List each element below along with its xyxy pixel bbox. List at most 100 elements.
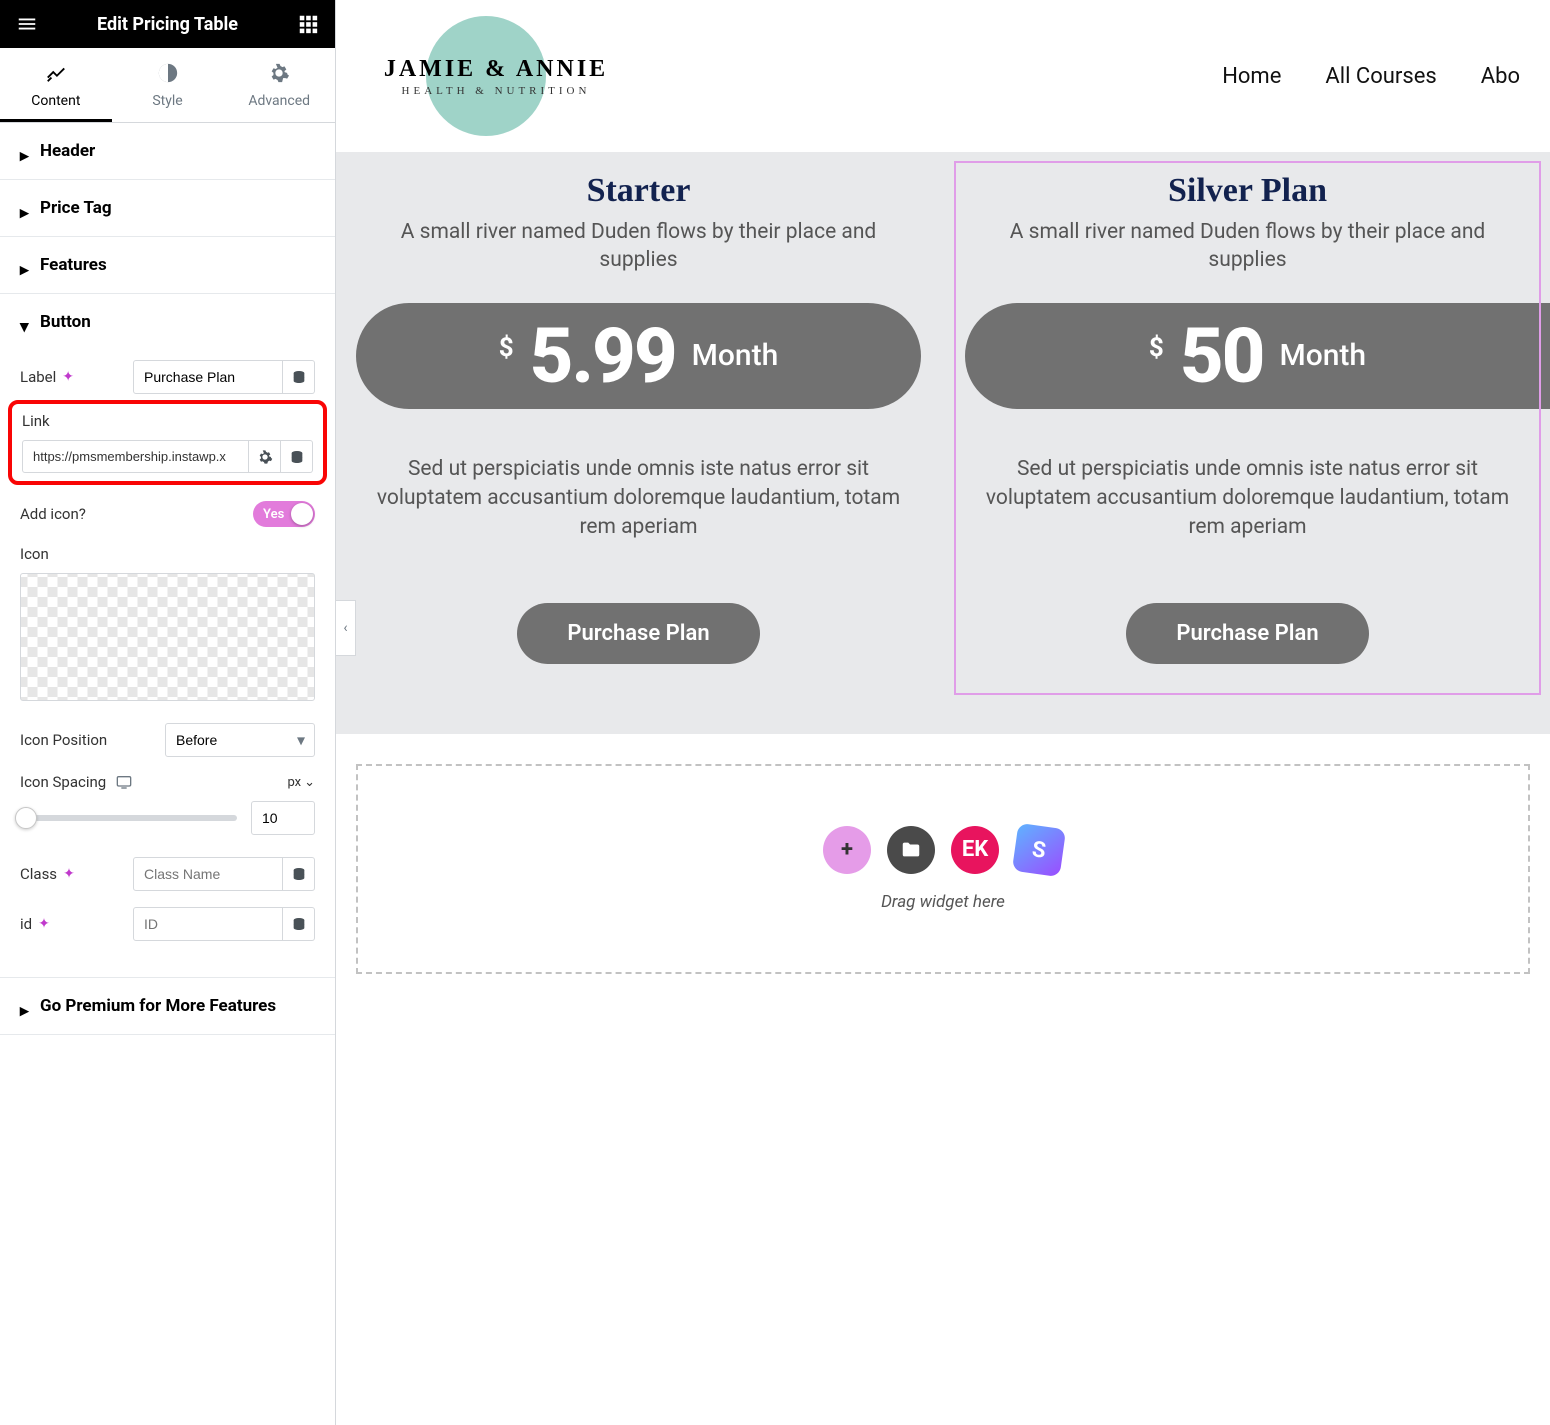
label-input[interactable] bbox=[133, 360, 283, 394]
collapse-sidebar-handle[interactable]: ‹ bbox=[336, 600, 356, 656]
dynamic-tags-button[interactable] bbox=[283, 360, 315, 394]
card-subtitle: A small river named Duden flows by their… bbox=[955, 218, 1540, 275]
icon-position-select[interactable]: Before bbox=[165, 723, 315, 757]
add-widget-button[interactable]: + bbox=[823, 826, 871, 874]
card-title: Starter bbox=[346, 172, 931, 210]
add-icon-toggle[interactable]: Yes bbox=[253, 501, 315, 527]
section-price-tag: ▸ Price Tag bbox=[0, 180, 335, 237]
card-title: Silver Plan bbox=[955, 172, 1540, 210]
drop-zone-actions: + EK S bbox=[823, 826, 1063, 874]
s-icon[interactable]: S bbox=[1012, 823, 1066, 877]
section-price-tag-label: Price Tag bbox=[40, 198, 112, 218]
icon-spacing-value-input[interactable] bbox=[251, 801, 315, 835]
sidebar-body: ▸ Header ▸ Price Tag ▸ Features ▾ bbox=[0, 123, 335, 1425]
slider-thumb[interactable] bbox=[15, 807, 37, 829]
section-premium: ▸ Go Premium for More Features bbox=[0, 978, 335, 1035]
nav-about[interactable]: Abo bbox=[1481, 64, 1520, 89]
sidebar-tabs: Content Style Advanced bbox=[0, 48, 335, 123]
card-description: Sed ut perspiciatis unde omnis iste natu… bbox=[346, 455, 931, 543]
section-button: ▾ Button Label✦ Link bbox=[0, 294, 335, 978]
class-dynamic-button[interactable] bbox=[283, 857, 315, 891]
icon-picker[interactable] bbox=[20, 573, 315, 701]
link-field-highlight: Link bbox=[8, 400, 327, 485]
tab-content[interactable]: Content bbox=[0, 48, 112, 122]
field-link-label: Link bbox=[22, 412, 313, 430]
tab-style[interactable]: Style bbox=[112, 48, 224, 122]
link-options-button[interactable] bbox=[249, 440, 281, 473]
purchase-button[interactable]: Purchase Plan bbox=[1126, 603, 1368, 664]
app-root: Edit Pricing Table Content Style Advance… bbox=[0, 0, 1550, 1425]
section-button-label: Button bbox=[40, 312, 91, 332]
sidebar-header: Edit Pricing Table bbox=[0, 0, 335, 48]
pricing-cards: Starter A small river named Duden flows … bbox=[336, 152, 1550, 734]
hamburger-icon[interactable] bbox=[16, 13, 38, 35]
sidebar-title: Edit Pricing Table bbox=[97, 14, 238, 35]
preview-pane: ‹ JAMIE & ANNIE HEALTH & NUTRITION Home … bbox=[336, 0, 1550, 1425]
purchase-button[interactable]: Purchase Plan bbox=[517, 603, 759, 664]
section-features-toggle[interactable]: ▸ Features bbox=[0, 237, 335, 293]
tab-advanced-label: Advanced bbox=[248, 93, 310, 109]
site-logo[interactable]: JAMIE & ANNIE HEALTH & NUTRITION bbox=[356, 16, 636, 136]
section-premium-toggle[interactable]: ▸ Go Premium for More Features bbox=[0, 978, 335, 1034]
card-subtitle: A small river named Duden flows by their… bbox=[346, 218, 931, 275]
pricing-card-starter[interactable]: Starter A small river named Duden flows … bbox=[346, 162, 931, 694]
tab-advanced[interactable]: Advanced bbox=[223, 48, 335, 122]
price-period: Month bbox=[692, 338, 779, 373]
field-icon-spacing: Icon Spacing px ⌄ bbox=[20, 773, 315, 791]
section-premium-label: Go Premium for More Features bbox=[40, 996, 276, 1016]
field-label: Label✦ bbox=[20, 360, 315, 394]
ai-spark-icon[interactable]: ✦ bbox=[63, 866, 75, 882]
ek-icon[interactable]: EK bbox=[951, 826, 999, 874]
id-label: id✦ bbox=[20, 915, 133, 933]
section-features: ▸ Features bbox=[0, 237, 335, 294]
section-header-label: Header bbox=[40, 141, 95, 161]
nav-home[interactable]: Home bbox=[1222, 64, 1281, 89]
currency-symbol: $ bbox=[499, 333, 514, 363]
toggle-knob bbox=[291, 503, 313, 525]
link-dynamic-button[interactable] bbox=[281, 440, 313, 473]
id-dynamic-button[interactable] bbox=[283, 907, 315, 941]
caret-right-icon: ▸ bbox=[20, 260, 30, 270]
drop-zone-text: Drag widget here bbox=[881, 892, 1005, 912]
field-id: id✦ bbox=[20, 907, 315, 941]
logo-name: JAMIE & ANNIE bbox=[356, 56, 636, 83]
chevron-down-icon: ⌄ bbox=[304, 775, 315, 790]
price-period: Month bbox=[1279, 338, 1366, 373]
icon-spacing-label: Icon Spacing bbox=[20, 773, 106, 791]
ai-spark-icon[interactable]: ✦ bbox=[62, 369, 74, 385]
toggle-text: Yes bbox=[263, 507, 284, 522]
price-pill: $ 50 Month bbox=[965, 303, 1550, 409]
currency-symbol: $ bbox=[1149, 333, 1164, 363]
section-features-label: Features bbox=[40, 255, 107, 275]
section-header-toggle[interactable]: ▸ Header bbox=[0, 123, 335, 179]
pricing-card-silver[interactable]: Silver Plan A small river named Duden fl… bbox=[955, 162, 1540, 694]
price-value: 50 bbox=[1180, 311, 1264, 401]
section-header: ▸ Header bbox=[0, 123, 335, 180]
widget-drop-zone[interactable]: + EK S Drag widget here bbox=[356, 764, 1530, 974]
responsive-device-icon[interactable] bbox=[116, 775, 132, 789]
field-icon-position: Icon Position Before bbox=[20, 723, 315, 757]
tab-content-label: Content bbox=[31, 93, 80, 109]
section-button-toggle[interactable]: ▾ Button bbox=[0, 294, 335, 350]
price-value: 5.99 bbox=[530, 311, 676, 401]
price-pill: $ 5.99 Month bbox=[356, 303, 921, 409]
unit-selector[interactable]: px ⌄ bbox=[287, 775, 315, 790]
widgets-grid-icon[interactable] bbox=[297, 13, 319, 35]
class-input[interactable] bbox=[133, 857, 283, 891]
ai-spark-icon[interactable]: ✦ bbox=[38, 916, 50, 932]
nav-courses[interactable]: All Courses bbox=[1325, 64, 1436, 89]
field-label-text: Label✦ bbox=[20, 368, 133, 386]
add-icon-label: Add icon? bbox=[20, 505, 86, 523]
card-description: Sed ut perspiciatis unde omnis iste natu… bbox=[955, 455, 1540, 543]
section-price-tag-toggle[interactable]: ▸ Price Tag bbox=[0, 180, 335, 236]
id-input[interactable] bbox=[133, 907, 283, 941]
nav-menu: Home All Courses Abo bbox=[1222, 64, 1520, 89]
caret-down-icon: ▾ bbox=[20, 317, 30, 327]
icon-spacing-slider[interactable] bbox=[20, 815, 237, 821]
link-input[interactable] bbox=[22, 440, 249, 473]
folder-icon[interactable] bbox=[887, 826, 935, 874]
class-label: Class✦ bbox=[20, 865, 133, 883]
site-header: JAMIE & ANNIE HEALTH & NUTRITION Home Al… bbox=[336, 0, 1550, 152]
icon-position-label: Icon Position bbox=[20, 731, 165, 749]
caret-right-icon: ▸ bbox=[20, 203, 30, 213]
